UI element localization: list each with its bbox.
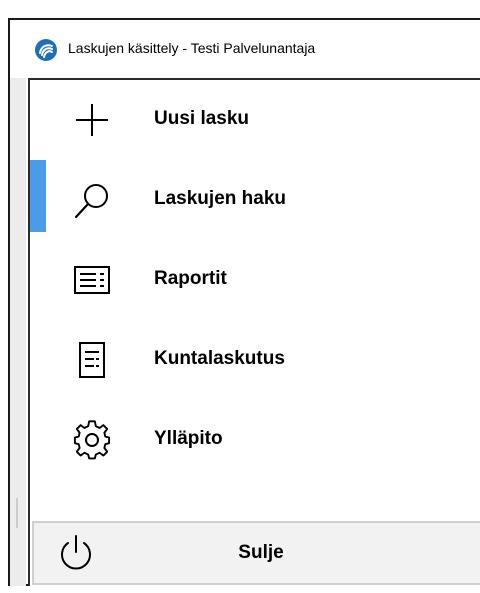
plus-icon (72, 100, 112, 140)
menu-item-laskujen-haku[interactable]: Laskujen haku (30, 160, 480, 240)
document-icon (72, 340, 112, 380)
title-bar[interactable]: Laskujen käsittely - Testi Palvelunantaj… (10, 20, 480, 78)
menu-item-yllapito[interactable]: Ylläpito (30, 400, 480, 480)
menu-item-label: Kuntalaskutus (154, 348, 285, 369)
menu-item-uusi-lasku[interactable]: Uusi lasku (30, 80, 480, 160)
selection-indicator (30, 160, 46, 232)
window-title: Laskujen käsittely - Testi Palvelunantaj… (68, 40, 316, 56)
close-button-label: Sulje (238, 542, 284, 563)
close-button[interactable]: Sulje (32, 521, 480, 585)
menu-item-label: Ylläpito (154, 428, 223, 449)
menu-item-raportit[interactable]: Raportit (30, 240, 480, 320)
report-icon (72, 260, 112, 300)
search-icon (72, 180, 112, 220)
menu-item-label: Raportit (154, 268, 227, 289)
menu-item-kuntalaskutus[interactable]: Kuntalaskutus (30, 320, 480, 400)
window-left-edge (10, 78, 26, 586)
navigation-pane: Uusi lasku Laskujen haku Raportit Kuntal… (28, 78, 480, 586)
app-logo-icon (34, 38, 58, 62)
menu-item-label: Laskujen haku (154, 188, 286, 209)
menu-item-label: Uusi lasku (154, 108, 250, 129)
gear-icon (72, 420, 112, 460)
edge-grip (16, 498, 18, 528)
app-window: Laskujen käsittely - Testi Palvelunantaj… (8, 18, 480, 586)
